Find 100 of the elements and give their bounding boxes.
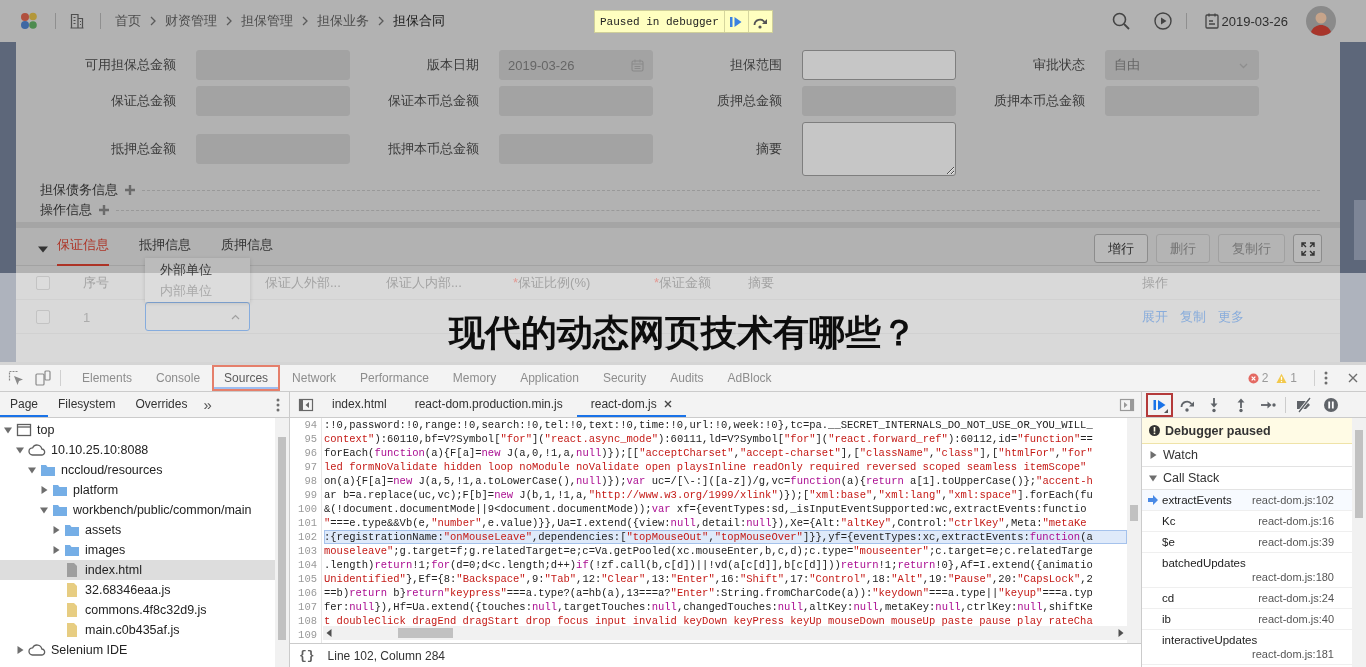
sidebar-toggle-icon[interactable]: [298, 396, 314, 413]
sidebar-toggle-icon[interactable]: [1119, 396, 1135, 413]
tree-item[interactable]: main.c0b435af.js: [0, 620, 275, 640]
breadcrumb-link[interactable]: 首页: [115, 12, 141, 30]
resume-button[interactable]: [1146, 392, 1173, 417]
warning-count: 1: [1290, 370, 1297, 387]
line-number: 96: [303, 446, 317, 460]
triangle-down-icon[interactable]: [28, 466, 36, 474]
logo-icon[interactable]: [20, 12, 38, 30]
text-area[interactable]: [802, 122, 956, 176]
tree-item[interactable]: 32.68346eaa.js: [0, 580, 275, 600]
close-icon[interactable]: [663, 399, 672, 408]
checkbox[interactable]: [36, 309, 50, 324]
triangle-right-icon[interactable]: [1149, 451, 1157, 459]
tree-item[interactable]: 10.10.25.10:8088: [0, 440, 275, 460]
play-icon[interactable]: [1153, 12, 1172, 30]
navigator-tab[interactable]: Page: [0, 392, 49, 417]
breadcrumb-link[interactable]: 担保业务: [317, 12, 369, 30]
plus-icon[interactable]: [98, 204, 110, 216]
select-field[interactable]: [145, 302, 250, 331]
fullscreen-button[interactable]: [1293, 234, 1322, 263]
fullscreen-icon: [1300, 241, 1315, 256]
triangle-right-icon[interactable]: [1118, 629, 1124, 637]
code-line: Unidentified"},Ef={8:"Backspace",9:"Tab",12:"Clear",13:"Enter",16:"Shift",17:"Control",18:"Alt",19:"Pause",20:"CapsLock",2: [324, 572, 1094, 586]
code-line: "===e.type&&Vb(e,"number",e.value)}},Ua=I.extend({view:null,detail:null}),Xe={Alt:"altKey",Control:"ctrlKey",Meta:"metaKe: [324, 516, 1088, 530]
toolbar-button[interactable]: 增行: [1094, 234, 1148, 263]
triangle-right-icon[interactable]: [40, 486, 48, 494]
call-frame[interactable]: $e react-dom.js:39: [1142, 532, 1352, 553]
field-label: 抵押本币总金额: [387, 140, 480, 158]
scrollbar[interactable]: [323, 626, 1127, 640]
code-line: context"):60110,bf=V?Symbol["for"]("react.async_mode"):60111,ld=V?Symbol["for"]("react.forward_ref"):60112,id="function"==: [324, 432, 1094, 446]
tree-item[interactable]: top: [0, 420, 275, 440]
tree-item[interactable]: workbench/public/common/main: [0, 500, 275, 520]
line-number: 94: [303, 418, 317, 432]
field-label: 摘要: [755, 140, 783, 158]
breadcrumb-link[interactable]: 担保合同: [393, 12, 445, 30]
breadcrumb-link[interactable]: 担保管理: [241, 12, 293, 30]
checkbox[interactable]: [36, 275, 50, 290]
error-icon[interactable]: [1247, 372, 1259, 384]
line-number: 95: [303, 432, 317, 446]
field-label: 可用担保总金额: [84, 56, 177, 74]
breakpoint-off-icon: [1295, 396, 1312, 413]
triangle-right-icon[interactable]: [52, 526, 60, 534]
scrollbar-thumb[interactable]: [1355, 430, 1363, 518]
call-frame[interactable]: cd react-dom.js:24: [1142, 588, 1352, 609]
triangle-right-icon[interactable]: [16, 646, 24, 654]
tree-item[interactable]: images: [0, 540, 275, 560]
chevron-icon: [378, 16, 384, 26]
avatar-icon[interactable]: [1306, 6, 1336, 36]
cloud-icon: [28, 442, 46, 458]
panel-tab[interactable]: Sources: [212, 365, 281, 391]
navigator-tab[interactable]: Filesystem: [48, 392, 126, 417]
search-icon[interactable]: [1111, 12, 1130, 30]
triangle-down-icon[interactable]: [40, 506, 48, 514]
file-icon: [64, 622, 80, 638]
triangle-right-icon[interactable]: [52, 546, 60, 554]
pretty-print-button[interactable]: {}: [299, 648, 315, 663]
calendar-icon[interactable]: [1204, 13, 1219, 29]
device-icon[interactable]: [35, 370, 51, 386]
tree-item[interactable]: nccloud/resources: [0, 460, 275, 480]
call-frame[interactable]: extractEvents react-dom.js:102: [1142, 490, 1352, 511]
file-tab[interactable]: index.html: [318, 392, 401, 417]
triangle-down-icon[interactable]: [1149, 474, 1157, 482]
scrollbar[interactable]: [275, 418, 289, 667]
triangle-down-icon[interactable]: [4, 426, 12, 434]
triangle-left-icon[interactable]: [326, 629, 332, 637]
scrollbar-thumb[interactable]: [398, 628, 453, 638]
tree-item[interactable]: commons.4f8c32d9.js: [0, 600, 275, 620]
more-options-icon[interactable]: [1324, 371, 1328, 385]
scrollbar-thumb[interactable]: [278, 437, 286, 640]
breadcrumb-link[interactable]: 财资管理: [165, 12, 217, 30]
inspect-icon[interactable]: [8, 370, 24, 386]
tree-item[interactable]: platform: [0, 480, 275, 500]
file-tab[interactable]: react-dom.production.min.js: [400, 392, 577, 417]
more-options-icon[interactable]: [276, 397, 280, 412]
building-icon[interactable]: [70, 13, 84, 29]
close-icon[interactable]: [1348, 373, 1358, 383]
code-line: &(!document.documentMode||9<document.documentMode));var xf={eventTypes:sd,_isInputEventSupported:wc,extractEvents:functio: [324, 502, 1088, 516]
triangle-down-icon[interactable]: [16, 446, 24, 454]
cloud-icon: [28, 642, 46, 658]
scrollbar-thumb[interactable]: [1354, 200, 1366, 260]
window-icon: [16, 422, 32, 438]
call-frame[interactable]: Kc react-dom.js:16: [1142, 511, 1352, 532]
tree-item[interactable]: Selenium IDE: [0, 640, 275, 660]
section-header[interactable]: Watch: [1142, 444, 1352, 467]
banner-text: Paused in debugger: [599, 14, 720, 30]
tree-item[interactable]: index.html: [0, 560, 275, 580]
text-field[interactable]: [802, 50, 956, 80]
folder-icon: [40, 462, 56, 478]
call-frame[interactable]: ib react-dom.js:40: [1142, 609, 1352, 630]
arrow-icon: [1148, 495, 1158, 505]
plus-icon[interactable]: [124, 184, 136, 196]
navigator-tab[interactable]: Overrides: [125, 392, 198, 417]
tree-item[interactable]: assets: [0, 520, 275, 540]
scrollbar[interactable]: [1127, 418, 1141, 643]
dropdown-option[interactable]: 外部单位: [145, 259, 250, 280]
more-tabs-button[interactable]: »: [203, 392, 212, 417]
line-number: 100: [297, 502, 317, 516]
scrollbar[interactable]: [1352, 418, 1366, 667]
scrollbar-thumb[interactable]: [1130, 505, 1138, 521]
